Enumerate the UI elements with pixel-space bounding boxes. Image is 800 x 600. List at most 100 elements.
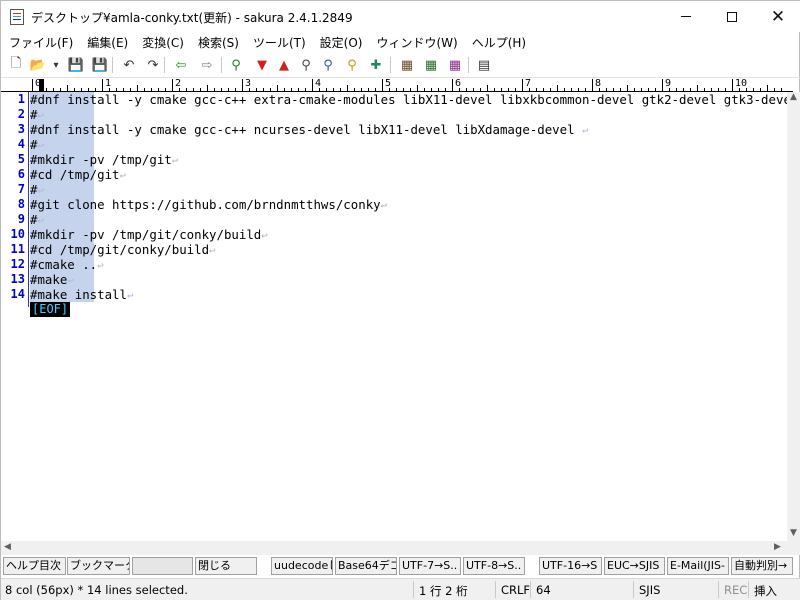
line-number[interactable]: 12 <box>1 257 25 272</box>
line-number[interactable]: 7 <box>1 182 25 197</box>
code-line[interactable]: #dnf install -y cmake gcc-c++ extra-cmak… <box>30 92 800 107</box>
save-icon[interactable]: 💾 <box>67 56 85 74</box>
line-end-icon: ↩ <box>171 154 179 167</box>
replace-icon[interactable]: ⚲ <box>319 56 337 74</box>
app-icon[interactable] <box>10 9 24 25</box>
ruler-tick <box>361 88 362 91</box>
editor-area[interactable]: 1 2 3 4 5 6 7 8 9 10 11 12 13 14 #dnf install -y cmak… <box>1 92 800 541</box>
function-key-button[interactable]: ヘルプ目次 <box>3 557 66 575</box>
ruler-tick <box>193 88 194 91</box>
vertical-scrollbar[interactable]: ▲ ▼ <box>787 92 800 541</box>
line-number[interactable]: 3 <box>1 122 25 137</box>
menu-item[interactable]: ヘルプ(H) <box>464 32 532 52</box>
code-line[interactable]: #dnf install -y cmake gcc-c++ ncurses-de… <box>30 122 589 137</box>
ruler-tick <box>718 88 719 91</box>
function-key-button[interactable]: ブックマーク <box>67 557 130 575</box>
undo-icon[interactable]: ↶ <box>120 56 138 74</box>
line-number[interactable]: 1 <box>1 92 25 107</box>
line-number[interactable]: 2 <box>1 107 25 122</box>
ruler-tick <box>235 88 236 91</box>
code-line[interactable]: #↩ <box>30 212 44 227</box>
grep-icon[interactable]: ⚲ <box>343 56 361 74</box>
scroll-right-icon[interactable]: ▶ <box>774 542 781 552</box>
function-key-button[interactable]: UTF-16→S <box>539 557 602 575</box>
ruler-tick <box>725 88 726 91</box>
menu-item[interactable]: ツール(T) <box>245 32 312 52</box>
jump-back-icon[interactable]: ⇦ <box>172 56 190 74</box>
bracket-jump-icon[interactable]: ✚ <box>367 56 385 74</box>
maximize-button[interactable] <box>709 1 755 32</box>
line-number[interactable]: 8 <box>1 197 25 212</box>
function-key-button[interactable]: UTF-8→S.. <box>463 557 525 575</box>
function-key-button[interactable] <box>132 557 193 575</box>
code-line[interactable]: #make install↩ <box>30 287 134 302</box>
line-number[interactable]: 14 <box>1 287 25 302</box>
code-line[interactable]: #cd /tmp/git/conky/build↩ <box>30 242 216 257</box>
code-line[interactable]: #mkdir -pv /tmp/git/conky/build↩ <box>30 227 268 242</box>
line-number[interactable]: 11 <box>1 242 25 257</box>
search-prev-icon[interactable]: ▲ <box>275 56 293 74</box>
line-number[interactable]: 4 <box>1 137 25 152</box>
code-line[interactable]: #cd /tmp/git↩ <box>30 167 126 182</box>
close-button[interactable]: ✕ <box>755 1 800 32</box>
ruler-tick <box>480 88 481 91</box>
function-key-button[interactable]: 閉じる <box>195 557 257 575</box>
code-line[interactable]: #git clone https://github.com/brndnmtthw… <box>30 197 387 212</box>
ruler-tick <box>200 88 201 91</box>
code-line[interactable]: #cmake ..↩ <box>30 257 104 272</box>
open-dropdown-icon[interactable]: ▾ <box>51 56 61 74</box>
scroll-up-icon[interactable]: ▲ <box>790 92 797 102</box>
code-text: #mkdir -pv /tmp/git/conky/build <box>30 227 262 242</box>
horizontal-scrollbar[interactable]: ◀ ▶ <box>1 541 787 555</box>
line-number[interactable]: 13 <box>1 272 25 287</box>
ruler-tick <box>214 88 215 91</box>
code-text: #cd /tmp/git/conky/build <box>30 242 210 257</box>
code-line[interactable]: #↩ <box>30 107 44 122</box>
line-number[interactable]: 6 <box>1 167 25 182</box>
compare-icon[interactable]: ▦ <box>422 56 440 74</box>
save-all-icon[interactable]: 💾 <box>91 56 109 74</box>
menu-item[interactable]: ファイル(F) <box>1 32 79 52</box>
function-key-button[interactable]: UTF-7→S.. <box>399 557 461 575</box>
menu-item[interactable]: 変換(C) <box>134 32 190 52</box>
function-key-button[interactable]: Base64デコ <box>335 557 397 575</box>
code-line[interactable]: #↩ <box>30 137 44 152</box>
line-number[interactable]: 10 <box>1 227 25 242</box>
function-key-button[interactable]: E-Mail(JIS- <box>667 557 729 575</box>
search-highlight-icon[interactable]: ⚲ <box>297 56 315 74</box>
settings-icon[interactable]: ▤ <box>475 56 493 74</box>
menu-item[interactable]: 編集(E) <box>79 32 134 52</box>
menu-item[interactable]: 検索(S) <box>190 32 245 52</box>
function-key-button[interactable]: 自動判別→ <box>731 557 793 575</box>
toolbar-separator <box>164 57 165 73</box>
code-text: #mkdir -pv /tmp/git <box>30 152 172 167</box>
scroll-left-icon[interactable]: ◀ <box>4 542 11 552</box>
code-line[interactable]: #↩ <box>30 182 44 197</box>
line-number[interactable]: 5 <box>1 152 25 167</box>
menu-item[interactable]: 設定(O) <box>312 32 369 52</box>
minimize-button[interactable] <box>663 1 709 32</box>
new-file-icon[interactable]: 🗋 <box>7 56 25 74</box>
search-next-icon[interactable]: ▼ <box>253 56 271 74</box>
function-key-button[interactable]: EUC→SJIS <box>604 557 665 575</box>
ruler-number: 7 <box>525 78 532 89</box>
ruler-tick <box>130 88 131 91</box>
function-key-button[interactable]: uudecodeし <box>271 557 333 575</box>
scroll-down-icon[interactable]: ▼ <box>790 528 797 538</box>
code-line[interactable]: #make↩ <box>30 272 74 287</box>
outline-icon[interactable]: ▦ <box>398 56 416 74</box>
ruler-tick <box>123 88 124 91</box>
macro-icon[interactable]: ▦ <box>446 56 464 74</box>
open-file-icon[interactable]: 📂 <box>29 56 47 74</box>
code-line[interactable]: #mkdir -pv /tmp/git↩ <box>30 152 178 167</box>
search-icon[interactable]: ⚲ <box>227 56 245 74</box>
redo-icon[interactable]: ↷ <box>144 56 162 74</box>
jump-forward-icon[interactable]: ⇨ <box>198 56 216 74</box>
ruler-number: 10 <box>735 78 748 89</box>
line-number-gutter[interactable]: 1 2 3 4 5 6 7 8 9 10 11 12 13 14 <box>1 92 28 541</box>
ruler-tick <box>403 88 404 91</box>
menu-item[interactable]: ウィンドウ(W) <box>368 32 463 52</box>
encoding[interactable]: SJIS <box>639 583 660 597</box>
line-number[interactable]: 9 <box>1 212 25 227</box>
status-divider <box>633 581 634 598</box>
